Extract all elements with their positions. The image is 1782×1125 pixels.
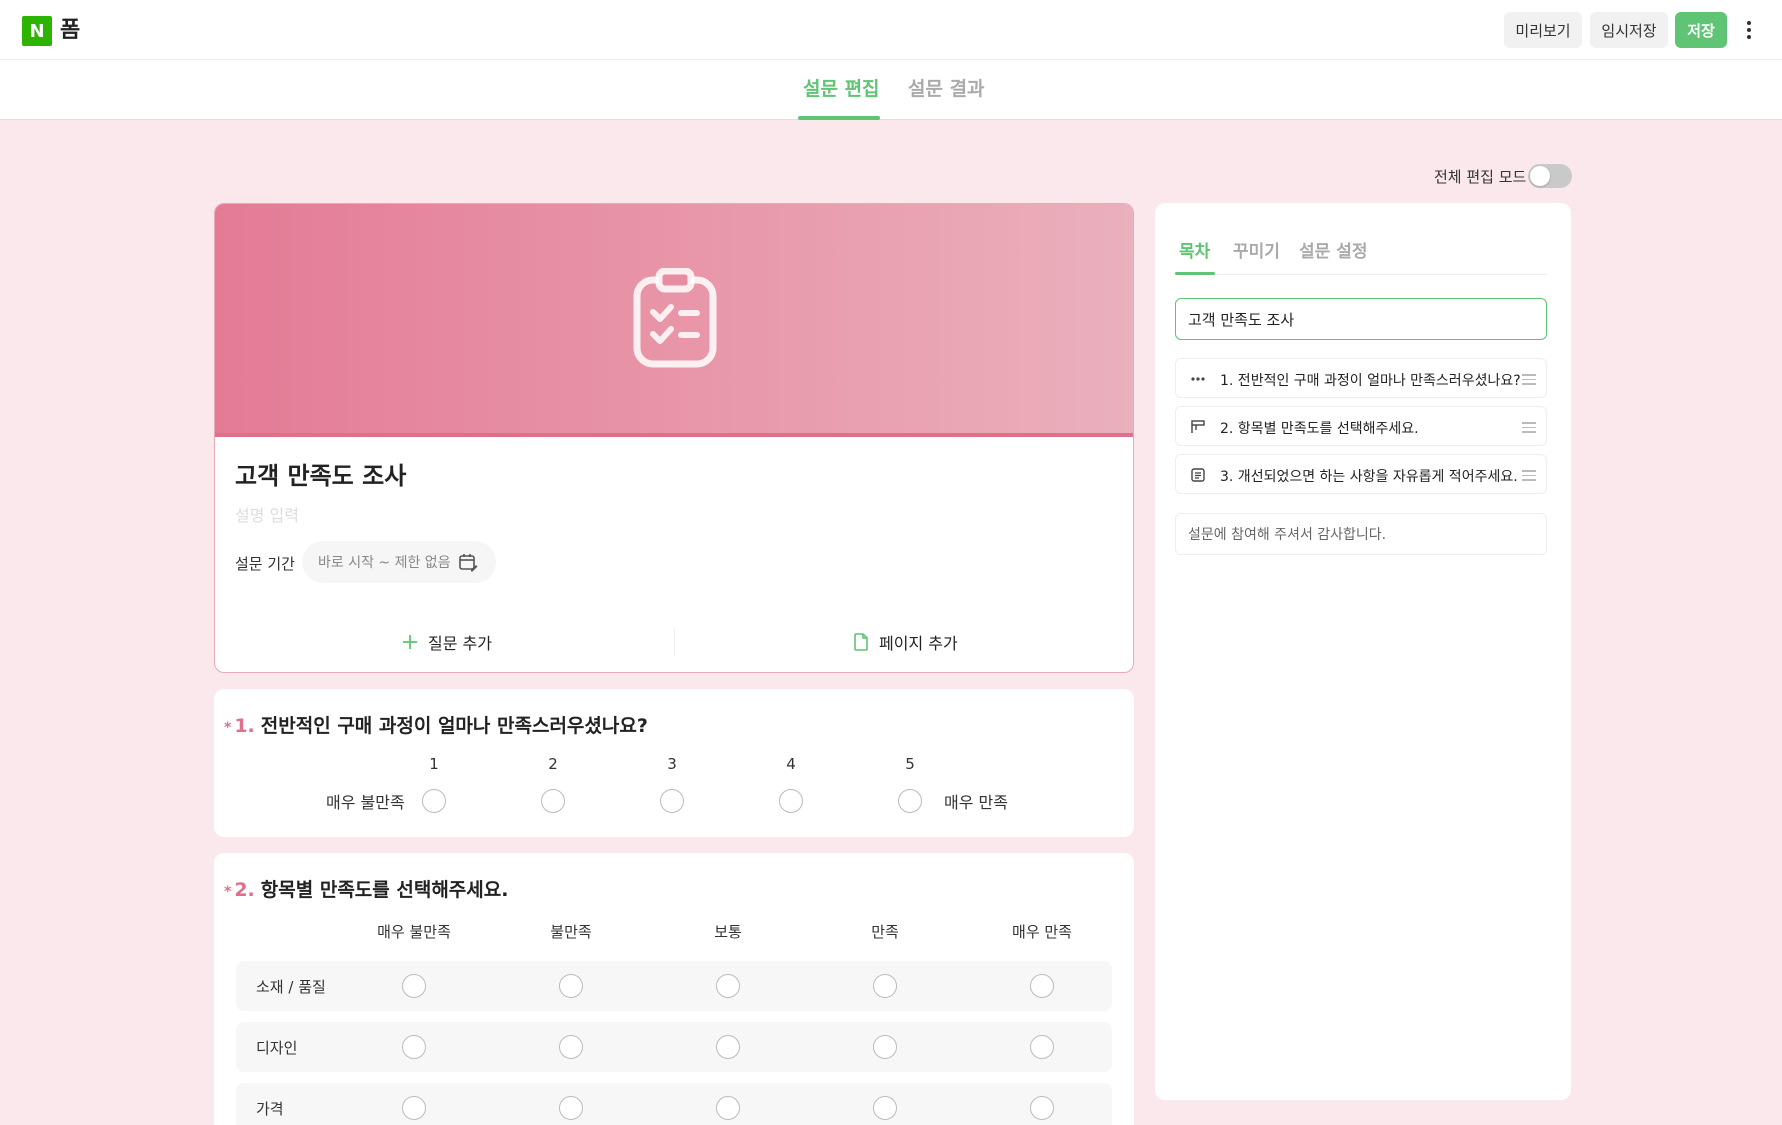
survey-banner[interactable]: [215, 204, 1133, 437]
toc-survey-title[interactable]: 고객 만족도 조사: [1175, 298, 1547, 340]
main-tabs: 설문 편집 설문 결과: [0, 60, 1782, 120]
grid-radio[interactable]: [873, 974, 897, 998]
toc-item-label: 2. 항목별 만족도를 선택해주세요.: [1220, 421, 1419, 437]
side-tab-indicator: [1175, 272, 1215, 275]
grid-row-label: 소재 / 품질: [256, 978, 326, 996]
question-text: 항목별 만족도를 선택해주세요.: [260, 879, 509, 901]
question-title[interactable]: * 1. 전반적인 구매 과정이 얼마나 만족스러우셨나요?: [224, 711, 648, 738]
edit-mode-label: 전체 편집 모드: [1434, 168, 1527, 186]
grid-column-header: 매우 불만족: [377, 923, 451, 941]
grid-radio[interactable]: [559, 974, 583, 998]
grid-row-label: 가격: [256, 1100, 284, 1118]
clipboard-check-icon: [633, 268, 717, 368]
plus-icon: [403, 635, 417, 649]
drag-handle-icon[interactable]: [1522, 422, 1536, 436]
survey-description-input[interactable]: 설명 입력: [235, 502, 299, 526]
grid-row-label: 디자인: [256, 1039, 298, 1057]
toggle-knob: [1530, 166, 1550, 186]
scale-radio-4[interactable]: [779, 789, 803, 813]
drag-handle-icon[interactable]: [1522, 470, 1536, 484]
grid-radio[interactable]: [716, 1035, 740, 1059]
toc-item[interactable]: 3. 개선되었으면 하는 사항을 자유롭게 적어주세요.: [1175, 454, 1547, 494]
grid-radio[interactable]: [1030, 1035, 1054, 1059]
add-question-label: 질문 추가: [428, 634, 492, 653]
more-options-icon[interactable]: [1740, 14, 1758, 46]
draft-save-button[interactable]: 임시저장: [1590, 12, 1668, 48]
grid-row: 가격: [236, 1083, 1112, 1125]
question-number: 2.: [234, 879, 255, 901]
side-tab-decorate[interactable]: 꾸미기: [1233, 237, 1280, 262]
required-mark: *: [224, 720, 232, 736]
grid-column-header: 만족: [871, 923, 899, 941]
grid-icon: [1190, 419, 1206, 435]
edit-mode-toggle[interactable]: [1528, 164, 1572, 188]
required-mark: *: [224, 884, 232, 900]
scale-number: 2: [548, 755, 558, 773]
grid-radio[interactable]: [716, 974, 740, 998]
page-icon: [854, 633, 868, 651]
grid-radio[interactable]: [559, 1096, 583, 1120]
question-card-1[interactable]: * 1. 전반적인 구매 과정이 얼마나 만족스러우셨나요? 1 2 3 4 5…: [214, 689, 1134, 837]
grid-radio[interactable]: [1030, 1096, 1054, 1120]
scale-radio-5[interactable]: [898, 789, 922, 813]
toc-item-label: 1. 전반적인 구매 과정이 얼마나 만족스러우셨나요?: [1220, 373, 1521, 389]
side-tab-settings[interactable]: 설문 설정: [1299, 237, 1367, 262]
side-tab-divider: [1175, 274, 1547, 275]
add-page-button[interactable]: 페이지 추가: [853, 630, 958, 654]
add-actions: 질문 추가 페이지 추가: [215, 614, 1133, 672]
grid-column-header: 매우 만족: [1012, 923, 1072, 941]
scale-number: 1: [429, 755, 439, 773]
question-text: 전반적인 구매 과정이 얼마나 만족스러우셨나요?: [260, 715, 648, 737]
scale-min-label: 매우 불만족: [326, 793, 405, 812]
add-question-button[interactable]: 질문 추가: [402, 630, 492, 654]
period-value: 바로 시작 ~ 제한 없음: [318, 555, 451, 571]
grid-row: 디자인: [236, 1022, 1112, 1072]
grid-radio[interactable]: [402, 1096, 426, 1120]
grid-radio[interactable]: [716, 1096, 740, 1120]
period-label: 설문 기간: [235, 555, 295, 573]
preview-button[interactable]: 미리보기: [1504, 12, 1582, 48]
grid-radio[interactable]: [559, 1035, 583, 1059]
app-logo[interactable]: N: [22, 16, 52, 46]
calendar-edit-icon: [459, 554, 478, 572]
scale-radio-3[interactable]: [660, 789, 684, 813]
dots-icon: [1190, 371, 1206, 387]
question-number: 1.: [234, 715, 255, 737]
drag-handle-icon[interactable]: [1522, 374, 1536, 388]
grid-radio[interactable]: [402, 974, 426, 998]
question-title[interactable]: * 2. 항목별 만족도를 선택해주세요.: [224, 875, 508, 902]
question-card-2[interactable]: * 2. 항목별 만족도를 선택해주세요. 매우 불만족 불만족 보통 만족 매…: [214, 853, 1134, 1125]
survey-title[interactable]: 고객 만족도 조사: [235, 456, 406, 491]
grid-radio[interactable]: [873, 1035, 897, 1059]
toc-item-label: 3. 개선되었으면 하는 사항을 자유롭게 적어주세요.: [1220, 469, 1518, 485]
scale-number: 3: [667, 755, 677, 773]
add-divider: [674, 628, 675, 656]
tab-survey-edit[interactable]: 설문 편집: [803, 76, 880, 102]
active-tab-indicator: [798, 116, 880, 120]
top-header: N 폼 미리보기 임시저장 저장: [0, 0, 1782, 60]
grid-radio[interactable]: [1030, 974, 1054, 998]
scale-radio-1[interactable]: [422, 789, 446, 813]
grid-radio[interactable]: [402, 1035, 426, 1059]
grid-radio[interactable]: [873, 1096, 897, 1120]
app-title: 폼: [60, 18, 81, 43]
grid-column-header: 보통: [714, 923, 742, 941]
scale-number: 4: [786, 755, 796, 773]
grid-row: 소재 / 품질: [236, 961, 1112, 1011]
text-icon: [1190, 467, 1206, 483]
side-tab-toc[interactable]: 목차: [1179, 237, 1210, 262]
tab-survey-result[interactable]: 설문 결과: [908, 76, 985, 102]
scale-radio-2[interactable]: [541, 789, 565, 813]
scale-max-label: 매우 만족: [944, 793, 1008, 812]
save-button[interactable]: 저장: [1675, 12, 1727, 48]
toc-item[interactable]: 2. 항목별 만족도를 선택해주세요.: [1175, 406, 1547, 446]
add-page-label: 페이지 추가: [879, 634, 958, 653]
toc-closing-message[interactable]: 설문에 참여해 주셔서 감사합니다.: [1175, 513, 1547, 555]
grid-column-header: 불만족: [550, 923, 592, 941]
period-selector[interactable]: 바로 시작 ~ 제한 없음: [302, 541, 496, 583]
survey-header-card: 고객 만족도 조사 설명 입력 설문 기간 바로 시작 ~ 제한 없음 질문 추…: [214, 203, 1134, 673]
side-panel: 목차 꾸미기 설문 설정 고객 만족도 조사 1. 전반적인 구매 과정이 얼마…: [1155, 203, 1571, 1100]
toc-item[interactable]: 1. 전반적인 구매 과정이 얼마나 만족스러우셨나요?: [1175, 358, 1547, 398]
scale-number: 5: [905, 755, 915, 773]
